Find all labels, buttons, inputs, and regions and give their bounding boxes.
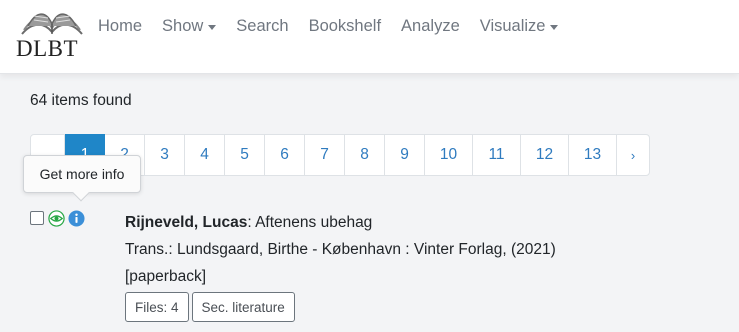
page-button-10[interactable]: 10 (425, 135, 473, 175)
nav-analyze-label: Analyze (401, 17, 460, 35)
files-button[interactable]: Files: 4 (125, 292, 189, 322)
page-button-8[interactable]: 8 (345, 135, 385, 175)
page-button-3[interactable]: 3 (145, 135, 185, 175)
nav-bookshelf[interactable]: Bookshelf (309, 17, 381, 36)
nav-analyze[interactable]: Analyze (401, 17, 460, 36)
entry-author[interactable]: Rijneveld, Lucas (125, 214, 247, 231)
sec-literature-button[interactable]: Sec. literature (191, 292, 295, 322)
nav-menu: Home Show Search Bookshelf Analyze Visua… (98, 17, 578, 36)
page-button-4[interactable]: 4 (185, 135, 225, 175)
navbar: DLBT Home Show Search Bookshelf Analyze … (0, 0, 739, 74)
info-tooltip: Get more info (23, 155, 141, 202)
page-button-11[interactable]: 11 (473, 135, 521, 175)
page-next-button[interactable]: › (617, 135, 649, 175)
page-button-9[interactable]: 9 (385, 135, 425, 175)
entry-separator: : (247, 214, 256, 231)
tooltip-text: Get more info (39, 166, 125, 182)
page-button-12[interactable]: 12 (521, 135, 569, 175)
brand-logo[interactable]: DLBT (14, 4, 90, 64)
eye-icon[interactable] (48, 209, 65, 227)
result-controls (30, 209, 88, 227)
select-checkbox[interactable] (30, 211, 44, 225)
entry-line-1: Rijneveld, Lucas: Aftenens ubehag (125, 209, 725, 236)
caret-down-icon (208, 25, 217, 30)
nav-visualize-label: Visualize (479, 17, 546, 35)
entry-title: Aftenens ubehag (255, 214, 373, 231)
page-button-7[interactable]: 7 (305, 135, 345, 175)
page-button-13[interactable]: 13 (569, 135, 617, 175)
nav-visualize-dropdown[interactable]: Visualize (480, 17, 559, 36)
page-button-6[interactable]: 6 (265, 135, 305, 175)
nav-show-dropdown[interactable]: Show (162, 17, 217, 36)
page-button-5[interactable]: 5 (225, 135, 265, 175)
results-count: 64 items found (30, 92, 132, 109)
entry-line-3: [paperback] (125, 268, 206, 285)
nav-search-label: Search (236, 17, 289, 35)
nav-bookshelf-label: Bookshelf (308, 17, 382, 35)
nav-home-label: Home (98, 17, 143, 35)
nav-show-label: Show (162, 17, 204, 35)
tooltip-arrow (72, 184, 90, 202)
entry-line-2: Trans.: Lundsgaard, Birthe - København :… (125, 241, 556, 258)
entry-tags: Files: 4 Sec. literature (125, 292, 298, 322)
brand-text: DLBT (16, 36, 79, 61)
nav-home[interactable]: Home (98, 17, 142, 36)
result-entry: Rijneveld, Lucas: Aftenens ubehag Trans.… (125, 209, 725, 290)
open-book-icon (21, 13, 83, 35)
caret-down-icon (550, 25, 559, 30)
info-icon[interactable] (68, 209, 85, 227)
nav-search[interactable]: Search (236, 17, 288, 36)
